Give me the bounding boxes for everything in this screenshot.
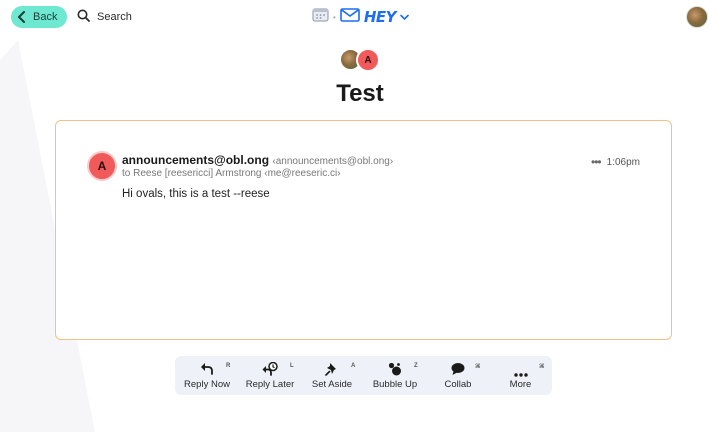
hey-menu[interactable]: • HEY — [312, 7, 409, 27]
email-body: Hi ovals, this is a test --reese — [122, 188, 270, 200]
email-meta: ••• 1:06pm — [591, 155, 640, 169]
collab-label: Collab — [444, 379, 472, 390]
email-card: A announcements@obl.ong ‹announcements@o… — [55, 120, 672, 340]
thread-participants: A — [339, 48, 381, 72]
set-aside-shortcut: A — [351, 363, 356, 369]
hey-logo: HEY — [363, 8, 397, 26]
bubble-up-shortcut: Z — [414, 363, 418, 369]
reply-later-button[interactable]: L Reply Later — [239, 356, 301, 395]
search-button[interactable]: Search — [77, 8, 132, 26]
thread-title: Test — [336, 80, 384, 107]
participant-avatar-initial: A — [356, 48, 380, 72]
chevron-left-icon — [17, 11, 27, 23]
reply-later-shortcut: L — [290, 363, 294, 369]
user-avatar[interactable] — [686, 6, 708, 28]
search-label: Search — [97, 11, 132, 23]
bubble-up-button[interactable]: Z Bubble Up — [363, 356, 427, 395]
set-aside-label: Set Aside — [311, 379, 353, 390]
action-bar: R Reply Now L Reply Later A Set Aside Z … — [175, 356, 552, 395]
search-icon — [77, 9, 90, 25]
chevron-down-icon — [400, 8, 409, 26]
reply-later-label: Reply Later — [245, 379, 295, 390]
back-button[interactable]: Back — [11, 6, 67, 28]
calendar-icon — [312, 7, 329, 27]
recipient-line: to Reese [reesericci] Armstrong ‹me@rees… — [122, 168, 341, 179]
reply-now-label: Reply Now — [184, 379, 230, 390]
email-time: 1:06pm — [606, 156, 640, 168]
back-label: Back — [33, 11, 58, 23]
sender-line: announcements@obl.ong ‹announcements@obl… — [122, 153, 393, 167]
collab-shortcut: ⌘ — [475, 364, 481, 370]
email-options-icon[interactable]: ••• — [591, 155, 602, 169]
more-label: More — [509, 379, 532, 390]
sender-email: ‹announcements@obl.ong› — [272, 156, 394, 167]
more-button[interactable]: ⌘ More — [489, 356, 552, 395]
envelope-icon — [340, 7, 360, 27]
reply-now-button[interactable]: R Reply Now — [175, 356, 239, 395]
sender-name[interactable]: announcements@obl.ong — [122, 153, 269, 167]
separator-dot-icon: • — [333, 12, 336, 22]
set-aside-button[interactable]: A Set Aside — [301, 356, 363, 395]
more-shortcut: ⌘ — [539, 364, 545, 370]
top-bar: Back Search • HEY — [0, 0, 720, 34]
bubble-up-label: Bubble Up — [372, 379, 418, 390]
collab-button[interactable]: ⌘ Collab — [427, 356, 489, 395]
reply-icon — [200, 362, 214, 380]
reply-now-shortcut: R — [226, 363, 231, 369]
sender-avatar[interactable]: A — [87, 151, 117, 181]
